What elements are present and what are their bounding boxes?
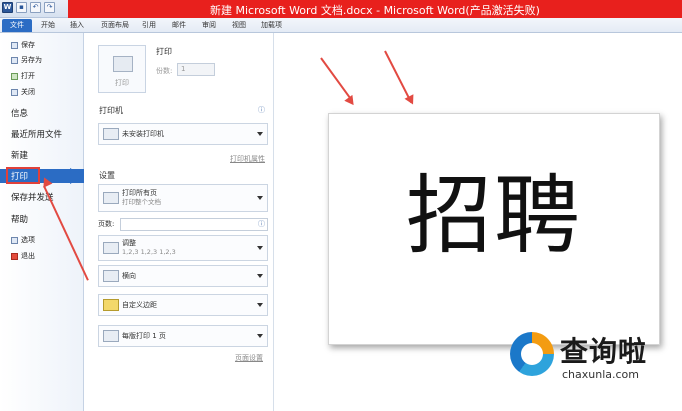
save-icon xyxy=(11,41,18,49)
printer-icon xyxy=(103,128,119,140)
copies-label: 份数: xyxy=(156,67,173,75)
title-bar: W ▪ ↶ ↷ 新建 Microsoft Word 文档.docx - Micr… xyxy=(0,0,682,18)
chevron-down-icon xyxy=(257,274,263,278)
document-text: 招聘 xyxy=(406,166,582,266)
pages-per-sheet-label: 每版打印 1 页 xyxy=(122,331,166,340)
quick-access-toolbar: W ▪ ↶ ↷ xyxy=(2,2,55,13)
close-document-icon xyxy=(11,88,18,96)
chevron-down-icon xyxy=(257,246,263,250)
watermark: 查询啦 chaxunla.com xyxy=(506,328,676,388)
collate-label: 调整 xyxy=(122,239,136,247)
save-as-icon xyxy=(11,56,18,64)
nav-recent[interactable]: 最近所用文件 xyxy=(0,127,84,141)
nav-exit-label: 退出 xyxy=(21,252,35,260)
chevron-down-icon xyxy=(257,334,263,338)
print-annotation-box xyxy=(6,167,40,184)
print-range-text: 打印所有页 打印整个文档 xyxy=(122,189,161,207)
print-range-sub: 打印整个文档 xyxy=(122,198,161,206)
tab-view[interactable]: 视图 xyxy=(232,20,246,30)
window-title: 新建 Microsoft Word 文档.docx - Microsoft Wo… xyxy=(210,4,540,17)
nav-close[interactable]: 关闭 xyxy=(0,85,84,99)
settings-section-title: 设置 xyxy=(99,171,115,180)
nav-save-send[interactable]: 保存并发送 xyxy=(0,190,84,204)
print-range-label: 打印所有页 xyxy=(122,189,157,197)
printer-properties-link[interactable]: 打印机属性 xyxy=(230,154,265,164)
pages-label: 页数: xyxy=(98,220,115,228)
open-folder-icon xyxy=(11,72,18,80)
pages-input[interactable] xyxy=(120,217,268,231)
tab-file[interactable]: 文件 xyxy=(2,19,32,32)
pages-icon xyxy=(103,192,119,204)
nav-save-as-label: 另存为 xyxy=(21,56,42,64)
tab-insert[interactable]: 插入 xyxy=(70,20,84,30)
watermark-logo-icon xyxy=(510,332,554,376)
nav-info[interactable]: 信息 xyxy=(0,106,84,120)
orientation-label: 横向 xyxy=(122,271,136,280)
info-icon[interactable]: ⓘ xyxy=(258,105,265,115)
save-icon[interactable]: ▪ xyxy=(16,2,27,13)
orientation-dropdown[interactable]: 横向 xyxy=(98,265,268,287)
preview-page: 招聘 xyxy=(328,113,660,345)
active-nav-pointer xyxy=(70,168,84,184)
chevron-down-icon xyxy=(257,132,263,136)
print-button-label: 打印 xyxy=(115,79,129,87)
print-title: 打印 xyxy=(156,47,172,56)
backstage-nav: 保存 另存为 打开 关闭 信息 最近所用文件 新建 打印 保存并发送 帮助 选项… xyxy=(0,33,84,411)
exit-icon xyxy=(11,252,18,260)
nav-open[interactable]: 打开 xyxy=(0,69,84,83)
nav-options-label: 选项 xyxy=(21,236,35,244)
watermark-url: chaxunla.com xyxy=(562,368,639,381)
copies-input[interactable]: 1 xyxy=(177,63,215,76)
pages-row: 页数: xyxy=(98,217,268,231)
print-range-dropdown[interactable]: 打印所有页 打印整个文档 xyxy=(98,184,268,212)
custom-margins-icon xyxy=(103,299,119,311)
tab-page-layout[interactable]: 页面布局 xyxy=(101,20,129,30)
nav-close-label: 关闭 xyxy=(21,88,35,96)
collate-icon xyxy=(103,242,119,254)
pages-info-icon[interactable]: ⓘ xyxy=(258,219,265,229)
printer-icon xyxy=(113,56,133,72)
chevron-down-icon xyxy=(257,303,263,307)
page-setup-link[interactable]: 页面设置 xyxy=(235,353,263,363)
print-button[interactable]: 打印 xyxy=(98,45,146,93)
landscape-icon xyxy=(103,270,119,282)
nav-help[interactable]: 帮助 xyxy=(0,212,84,226)
collate-text: 调整 1,2,3 1,2,3 1,2,3 xyxy=(122,239,176,257)
word-app-icon[interactable]: W xyxy=(2,2,13,13)
margins-label: 自定义边距 xyxy=(122,300,157,309)
nav-exit[interactable]: 退出 xyxy=(0,249,84,263)
nav-open-label: 打开 xyxy=(21,72,35,80)
watermark-title: 查询啦 xyxy=(560,335,648,368)
title-highlight: 新建 Microsoft Word 文档.docx - Microsoft Wo… xyxy=(68,0,682,18)
collate-sub: 1,2,3 1,2,3 1,2,3 xyxy=(122,248,176,256)
nav-new[interactable]: 新建 xyxy=(0,148,84,162)
undo-icon[interactable]: ↶ xyxy=(30,2,41,13)
options-icon xyxy=(11,236,18,244)
chevron-down-icon xyxy=(257,196,263,200)
tab-references[interactable]: 引用 xyxy=(142,20,156,30)
printer-name: 未安装打印机 xyxy=(122,129,164,138)
pages-per-sheet-icon xyxy=(103,330,119,342)
tab-review[interactable]: 审阅 xyxy=(202,20,216,30)
tab-addins[interactable]: 加载项 xyxy=(261,20,282,30)
tab-mailings[interactable]: 邮件 xyxy=(172,20,186,30)
margins-dropdown[interactable]: 自定义边距 xyxy=(98,294,268,316)
nav-save-as[interactable]: 另存为 xyxy=(0,53,84,67)
printer-section-title: 打印机 xyxy=(99,106,123,115)
pages-per-sheet-dropdown[interactable]: 每版打印 1 页 xyxy=(98,325,268,347)
redo-icon[interactable]: ↷ xyxy=(44,2,55,13)
printer-dropdown[interactable]: 未安装打印机 xyxy=(98,123,268,145)
tab-home[interactable]: 开始 xyxy=(41,20,55,30)
nav-save-label: 保存 xyxy=(21,41,35,49)
nav-save[interactable]: 保存 xyxy=(0,38,84,52)
print-settings-pane: 打印 打印 份数: 1 打印机 ⓘ 未安装打印机 打印机属性 设置 打印所有页 … xyxy=(84,33,274,411)
ribbon-tab-bar: 文件 开始 插入 页面布局 引用 邮件 审阅 视图 加载项 xyxy=(0,18,682,33)
collate-dropdown[interactable]: 调整 1,2,3 1,2,3 1,2,3 xyxy=(98,235,268,261)
